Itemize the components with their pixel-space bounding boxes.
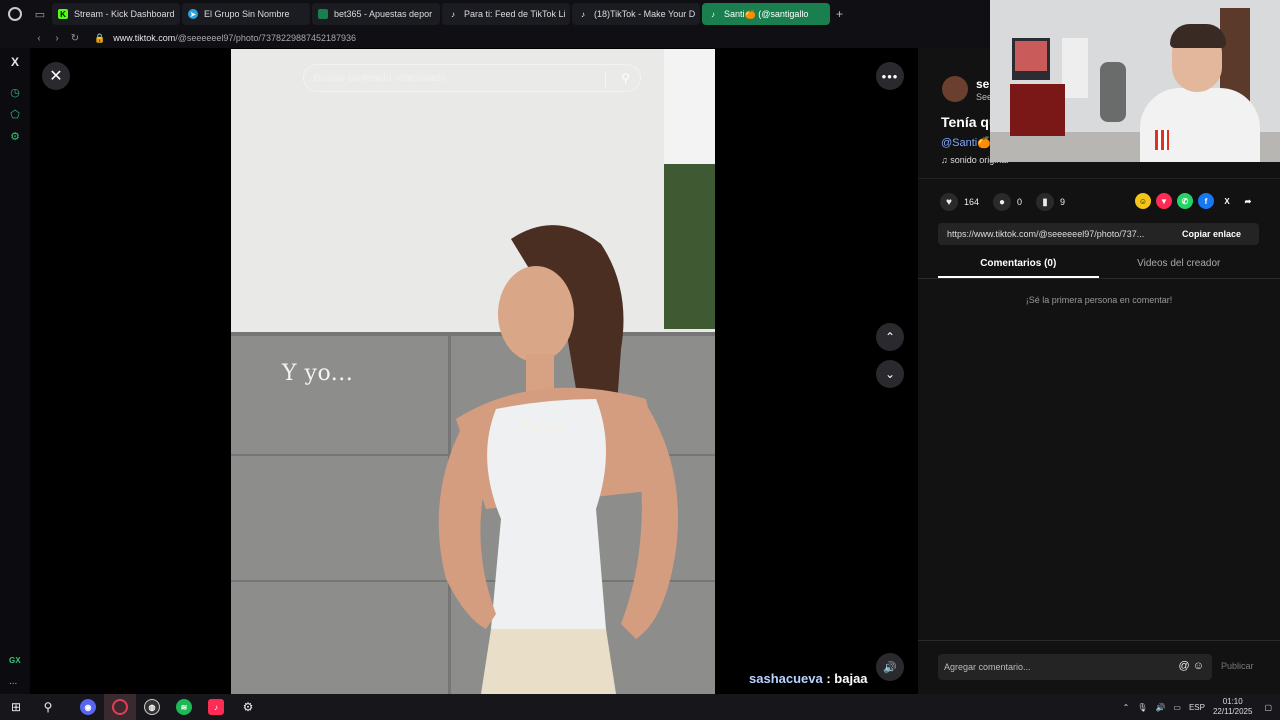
tab-telegram[interactable]: ➤ El Grupo Sin Nombre [182,3,310,25]
tab-comments[interactable]: Comentarios (0) [938,254,1099,278]
volume-icon[interactable]: 🔊 [876,653,904,681]
url-field[interactable]: www.tiktok.com/@seeeeeel97/photo/7378229… [113,33,356,43]
discord-icon[interactable]: ◉ [72,694,104,720]
copy-link-button[interactable]: Copiar enlace [1176,229,1241,239]
tab-tiktok-make[interactable]: ♪ (18)TikTok - Make Your D [572,3,700,25]
x-twitter-icon[interactable]: X [7,54,23,70]
reload-icon[interactable]: ↻ [66,33,84,44]
heart-icon: ♥ [940,193,958,211]
speaker-icon[interactable]: 🔊 [1155,703,1165,712]
post-photo[interactable]: Y yo... Buscar contenido relacionado ⚲ [231,49,715,694]
avatar[interactable] [942,76,968,102]
divider [918,278,1280,279]
lock-icon: 🔒 [94,32,106,43]
webcam-overlay [990,0,1280,162]
whatsapp-icon[interactable]: ✆ [1177,193,1193,209]
windows-start-icon[interactable]: ⊞ [0,694,32,720]
share-row: ☺ ▼ ✆ f X ➦ [1135,193,1261,209]
gx-corner-icon[interactable]: GX [9,656,21,665]
comment-icon: ● [993,193,1012,211]
extensions-icon[interactable]: ⬠ [7,106,23,122]
opera-gx-icon[interactable] [104,694,136,720]
bookmark-icon: ▮ [1036,193,1055,211]
tiktok-icon: ♪ [581,9,585,19]
details-tabs: Comentarios (0) Videos del creador [938,254,1259,278]
tray-chevron-icon[interactable]: ⌃ [1123,703,1130,712]
like-button[interactable]: ♥ 164 [940,193,979,211]
photo-window [664,49,715,164]
clock[interactable]: 01:10 22/11/2025 [1213,697,1252,717]
system-tray: ⌃ 🎙 🔊 ▭ ESP 01:10 22/11/2025 ▢ [1123,694,1280,720]
search-icon[interactable]: ⚲ [621,71,630,85]
comment-button[interactable]: ● 0 [993,193,1022,211]
forward-icon[interactable]: › [48,33,66,44]
settings-gear-icon[interactable]: ⚙ [7,128,23,144]
tab-santi-active[interactable]: ♪ Santi🍊 (@santigallo [702,3,830,25]
new-tab-button[interactable]: + [836,7,843,21]
tiktok-icon: ♪ [711,9,715,19]
opera-sidebar: X ◷ ⬠ ⚙ GX ... [0,48,30,694]
tab-kick[interactable]: K Stream - Kick Dashboard [52,3,180,25]
related-search-input[interactable]: Buscar contenido relacionado ⚲ [303,64,641,92]
tab-menu-icon[interactable]: ▭ [30,0,50,28]
next-post-button[interactable]: ⌄ [876,360,904,388]
bet365-icon [318,9,328,19]
stream-chat-message: sashacueva : bajaa [749,671,868,686]
tab-tiktok-feed[interactable]: ♪ Para ti: Feed de TikTok Li [442,3,570,25]
divider [918,640,1280,641]
tab-bet365[interactable]: bet365 - Apuestas depor [312,3,440,25]
back-icon[interactable]: ‹ [30,33,48,44]
notifications-icon[interactable]: ▢ [1264,703,1272,712]
save-button[interactable]: ▮ 9 [1036,193,1065,211]
previous-post-button[interactable]: ⌃ [876,323,904,351]
telegram-icon: ➤ [188,9,198,19]
mic-icon[interactable]: 🎙 [1137,703,1147,712]
close-button[interactable]: ✕ [42,62,70,90]
opera-gx-logo-icon[interactable] [0,0,30,28]
search-icon[interactable]: ⚲ [32,694,64,720]
share-arrow-icon[interactable]: ➦ [1240,193,1256,209]
mention-emoji-icons[interactable]: @ ☺ [1179,660,1204,672]
tiktok-live-icon[interactable]: ♪ [200,694,232,720]
more-options-button[interactable]: ••• [876,62,904,90]
publish-button[interactable]: Publicar [1221,661,1254,671]
spotify-icon[interactable]: ≋ [168,694,200,720]
send-icon[interactable]: ▼ [1156,193,1172,209]
obs-icon[interactable]: ◍ [136,694,168,720]
tiktok-icon: ♪ [451,9,455,19]
engagement-stats: ♥ 164 ● 0 ▮ 9 [940,193,1079,211]
post-url: https://www.tiktok.com/@seeeeeel97/photo… [947,229,1145,239]
language-indicator[interactable]: ESP [1189,703,1205,712]
app-gear-icon[interactable]: ⚙ [232,694,264,720]
kick-icon: K [58,9,68,19]
sidebar-more-icon[interactable]: ... [9,676,17,687]
windows-taskbar: ⊞ ⚲ ◉ ◍ ≋ ♪ ⚙ ⌃ 🎙 🔊 ▭ ESP 01:10 22/11/202… [0,694,1280,720]
facebook-icon[interactable]: f [1198,193,1214,209]
photo-caption: Y yo... [282,361,354,386]
tab-creator-videos[interactable]: Videos del creador [1099,254,1260,278]
author-name[interactable]: se [976,77,989,91]
mention-link[interactable]: @Santi🍊 [941,136,991,149]
copy-link-box: https://www.tiktok.com/@seeeeeel97/photo… [938,223,1259,245]
network-icon[interactable]: ▭ [1173,703,1181,712]
comment-input[interactable]: Agregar comentario... @ ☺ [938,654,1212,680]
empty-comments-text: ¡Sé la primera persona en comentar! [1025,295,1173,305]
divider [918,178,1280,179]
history-icon[interactable]: ◷ [7,84,23,100]
x-icon[interactable]: X [1219,193,1235,209]
embed-icon[interactable]: ☺ [1135,193,1151,209]
photo-person [438,225,678,694]
